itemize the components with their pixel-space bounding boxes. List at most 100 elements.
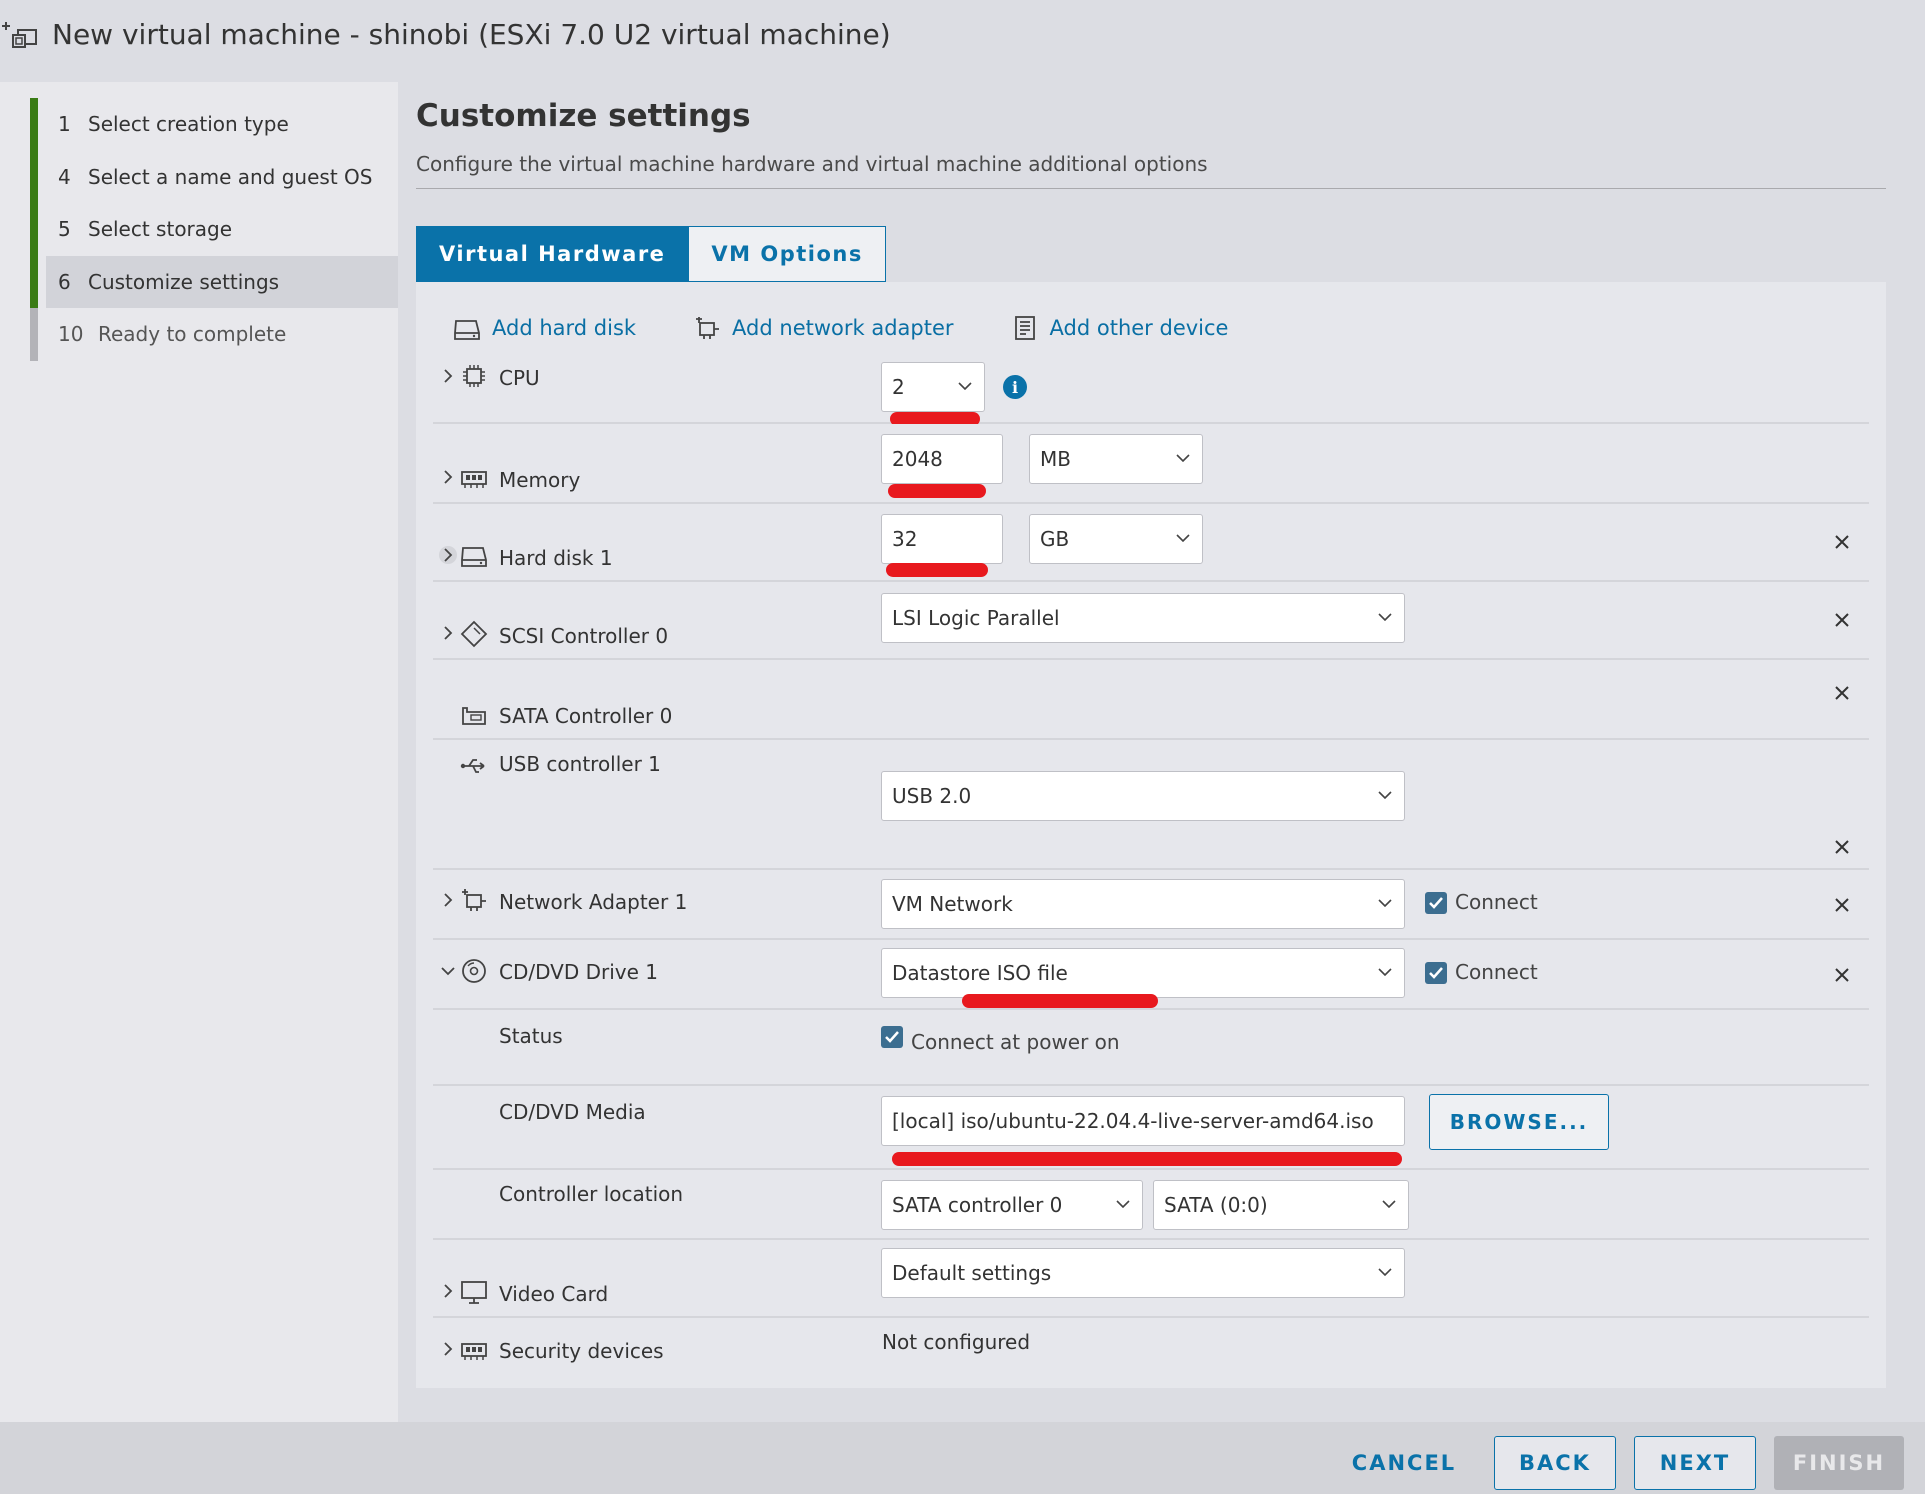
memory-size-value: 2048 bbox=[892, 447, 943, 471]
row-value-cell: Default settings bbox=[873, 1240, 1869, 1318]
annotation-underline bbox=[962, 994, 1158, 1008]
status-label: Status bbox=[499, 1024, 563, 1048]
add-other-device-label: Add other device bbox=[1049, 316, 1229, 340]
row-label-cell: CD/DVD Media bbox=[433, 1086, 873, 1170]
hard-disk-icon bbox=[461, 547, 487, 567]
chevron-down-icon bbox=[1378, 899, 1392, 907]
chevron-right-icon[interactable] bbox=[439, 624, 457, 642]
hardware-row-sata-controller: SATA Controller 0 bbox=[433, 660, 1869, 740]
wizard-step-4[interactable]: 4 Select a name and guest OS bbox=[30, 150, 398, 203]
remove-network-close-icon[interactable] bbox=[1833, 896, 1851, 914]
wizard-steps-sidebar: 1 Select creation type 4 Select a name a… bbox=[0, 82, 398, 1422]
remove-cddvd-close-icon[interactable] bbox=[1833, 966, 1851, 984]
row-label-cell: Network Adapter 1 bbox=[433, 870, 873, 940]
controller-select[interactable]: SATA controller 0 bbox=[881, 1180, 1143, 1230]
video-settings-select[interactable]: Default settings bbox=[881, 1248, 1405, 1298]
controller-value: SATA controller 0 bbox=[892, 1193, 1063, 1217]
divider bbox=[416, 188, 1886, 189]
remove-hard-disk-close-icon[interactable] bbox=[1833, 533, 1851, 551]
chevron-down-icon bbox=[958, 382, 972, 390]
chevron-right-icon[interactable] bbox=[439, 546, 457, 564]
wizard-step-6[interactable]: 6 Customize settings bbox=[30, 255, 398, 308]
connect-at-power-on-checkbox[interactable] bbox=[881, 1026, 903, 1048]
row-value-cell: USB 2.0 bbox=[873, 740, 1869, 870]
hard-disk-unit-select[interactable]: GB bbox=[1029, 514, 1203, 564]
step-label: Select a name and guest OS bbox=[88, 164, 373, 189]
hardware-row-network-adapter: Network Adapter 1 VM Network Connect bbox=[433, 870, 1869, 940]
hardware-row-cpu: CPU 2 i bbox=[433, 352, 1869, 424]
memory-unit-value: MB bbox=[1040, 447, 1071, 471]
hard-disk-size-input[interactable]: 32 bbox=[881, 514, 1003, 564]
remove-sata-close-icon[interactable] bbox=[1833, 684, 1851, 702]
annotation-underline bbox=[886, 563, 988, 577]
add-other-device-button[interactable]: Add other device bbox=[1010, 313, 1229, 343]
cpu-count-select[interactable]: 2 bbox=[881, 362, 985, 412]
security-device-icon bbox=[461, 1343, 487, 1360]
chevron-down-icon[interactable] bbox=[439, 962, 457, 980]
cddvd-drive-label: CD/DVD Drive 1 bbox=[499, 960, 658, 984]
add-network-adapter-label: Add network adapter bbox=[732, 316, 954, 340]
new-vm-icon bbox=[2, 22, 37, 48]
wizard-step-5[interactable]: 5 Select storage bbox=[30, 203, 398, 256]
chevron-right-icon[interactable] bbox=[439, 891, 457, 909]
iso-path-input[interactable]: [local] iso/ubuntu-22.04.4-live-server-a… bbox=[881, 1096, 1405, 1146]
chevron-right-icon[interactable] bbox=[439, 468, 457, 486]
browse-button[interactable]: BROWSE... bbox=[1429, 1094, 1609, 1150]
info-icon[interactable]: i bbox=[1003, 375, 1027, 399]
chevron-right-icon[interactable] bbox=[439, 367, 457, 385]
step-label: Customize settings bbox=[88, 269, 280, 294]
finish-button[interactable]: FINISH bbox=[1774, 1436, 1904, 1490]
cpu-icon bbox=[463, 365, 485, 387]
cddvd-type-value: Datastore ISO file bbox=[892, 961, 1068, 985]
cddvd-type-select[interactable]: Datastore ISO file bbox=[881, 948, 1405, 998]
other-device-icon bbox=[1014, 316, 1035, 340]
network-connect-checkbox[interactable] bbox=[1425, 892, 1447, 914]
tab-virtual-hardware[interactable]: Virtual Hardware bbox=[416, 226, 689, 282]
row-value-cell bbox=[873, 660, 1869, 740]
row-label-cell: Security devices bbox=[433, 1318, 873, 1376]
remove-scsi-close-icon[interactable] bbox=[1833, 611, 1851, 629]
next-button[interactable]: NEXT bbox=[1634, 1436, 1756, 1490]
row-value-cell: 2 i bbox=[873, 352, 1869, 424]
iso-path-value: [local] iso/ubuntu-22.04.4-live-server-a… bbox=[892, 1109, 1374, 1133]
wizard-step-10[interactable]: 10 Ready to complete bbox=[30, 308, 398, 361]
tab-vm-options[interactable]: VM Options bbox=[688, 226, 886, 282]
memory-unit-select[interactable]: MB bbox=[1029, 434, 1203, 484]
memory-size-input[interactable]: 2048 bbox=[881, 434, 1003, 484]
chevron-down-icon bbox=[1176, 454, 1190, 462]
slot-select[interactable]: SATA (0:0) bbox=[1153, 1180, 1409, 1230]
hard-disk-unit-value: GB bbox=[1040, 527, 1070, 551]
network-adapter-label: Network Adapter 1 bbox=[499, 890, 688, 914]
row-label-cell: USB controller 1 bbox=[433, 740, 873, 870]
cpu-label: CPU bbox=[499, 366, 540, 390]
step-label: Select storage bbox=[88, 217, 233, 242]
controller-location-label: Controller location bbox=[499, 1182, 684, 1206]
step-number: 1 bbox=[58, 112, 71, 137]
network-select[interactable]: VM Network bbox=[881, 879, 1405, 929]
window-title: New virtual machine - shinobi (ESXi 7.0 … bbox=[52, 18, 891, 51]
step-number: 5 bbox=[58, 217, 71, 242]
cddvd-connect-checkbox[interactable] bbox=[1425, 962, 1447, 984]
row-label-cell: SCSI Controller 0 bbox=[433, 582, 873, 660]
row-label-cell: Status bbox=[433, 1010, 873, 1086]
usb-controller-label: USB controller 1 bbox=[499, 752, 661, 776]
hardware-row-usb-controller: USB controller 1 USB 2.0 bbox=[433, 740, 1869, 870]
wizard-step-1[interactable]: 1 Select creation type bbox=[30, 98, 398, 151]
back-button[interactable]: BACK bbox=[1494, 1436, 1616, 1490]
usb-type-select[interactable]: USB 2.0 bbox=[881, 771, 1405, 821]
remove-usb-close-icon[interactable] bbox=[1833, 838, 1851, 856]
chevron-right-icon[interactable] bbox=[439, 1340, 457, 1358]
network-adapter-icon bbox=[462, 889, 486, 911]
sata-controller-icon bbox=[462, 707, 486, 725]
scsi-type-select[interactable]: LSI Logic Parallel bbox=[881, 593, 1405, 643]
cpu-count-value: 2 bbox=[892, 375, 905, 399]
cancel-button[interactable]: CANCEL bbox=[1335, 1436, 1473, 1490]
chevron-down-icon bbox=[1382, 1200, 1396, 1208]
chevron-down-icon bbox=[1116, 1200, 1130, 1208]
wizard-footer: CANCEL BACK NEXT FINISH bbox=[0, 1422, 1925, 1494]
add-hard-disk-button[interactable]: Add hard disk bbox=[452, 313, 636, 343]
add-hard-disk-label: Add hard disk bbox=[492, 316, 637, 340]
add-network-adapter-button[interactable]: Add network adapter bbox=[692, 313, 954, 343]
chevron-right-icon[interactable] bbox=[439, 1282, 457, 1300]
cddvd-media-label: CD/DVD Media bbox=[499, 1100, 646, 1124]
